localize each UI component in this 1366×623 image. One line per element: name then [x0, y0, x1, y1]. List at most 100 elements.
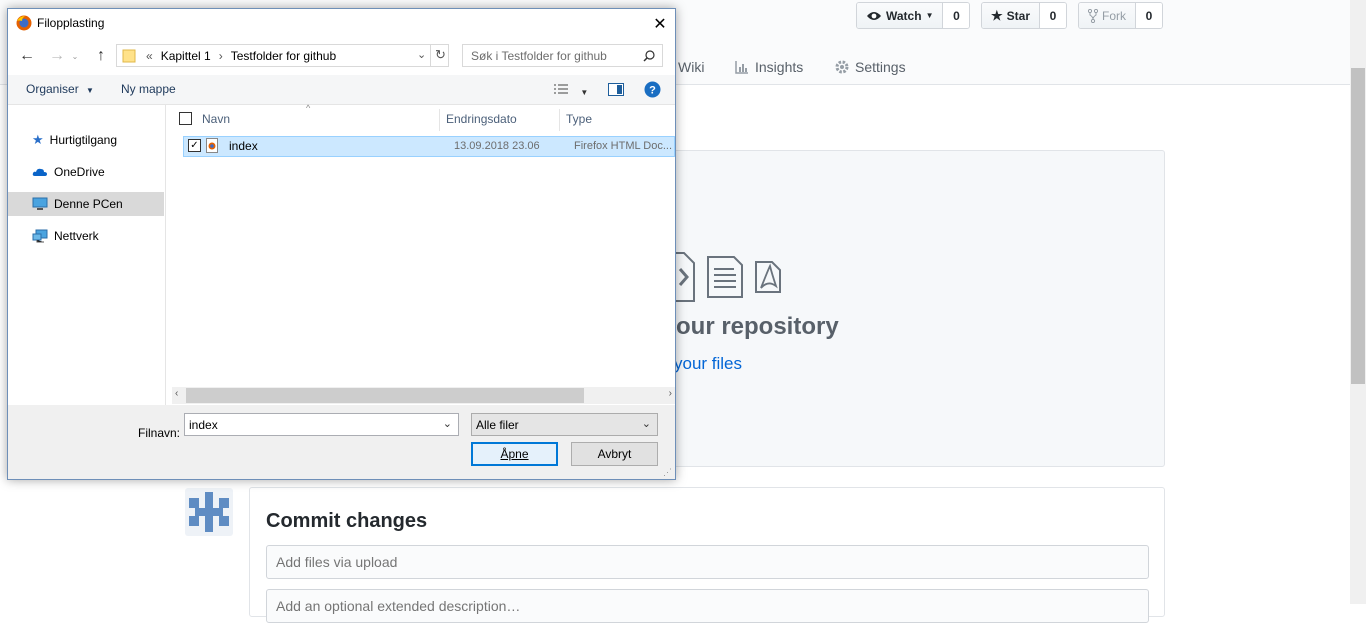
sort-ascending-icon: ^	[306, 103, 311, 113]
view-list-icon	[553, 83, 569, 95]
organize-label: Organiser	[26, 82, 79, 96]
nav-item-label: Denne PCen	[54, 197, 123, 211]
file-checkbox[interactable]: ✓	[188, 139, 201, 152]
horizontal-scrollbar-thumb[interactable]	[186, 388, 584, 403]
nav-item-label: OneDrive	[54, 165, 105, 179]
chevron-down-icon: ⌄	[71, 51, 79, 61]
firefox-icon	[16, 15, 32, 31]
filename-value: index	[189, 417, 218, 432]
folder-icon	[122, 49, 136, 63]
back-button[interactable]: ←	[16, 45, 38, 67]
address-dropdown-icon[interactable]: ⌄	[417, 48, 426, 61]
file-type: Firefox HTML Doc...	[574, 140, 672, 152]
fork-count[interactable]: 0	[1136, 3, 1162, 28]
address-bar[interactable]: « Kapittel 1 › Testfolder for github ⌄ ↻	[116, 44, 449, 67]
column-name[interactable]: Navn	[202, 112, 230, 126]
network-icon	[32, 229, 48, 243]
gear-icon	[835, 60, 849, 74]
star-control: ★ Star 0	[981, 2, 1067, 29]
watch-control: Watch ▼ 0	[856, 2, 971, 29]
close-button[interactable]: ✕	[645, 9, 675, 38]
tab-wiki-label: Wiki	[678, 59, 705, 75]
computer-icon	[32, 197, 48, 211]
commit-description-input[interactable]	[266, 589, 1149, 623]
cancel-button[interactable]: Avbryt	[571, 442, 658, 466]
caret-down-icon: ▼	[86, 86, 94, 95]
resize-grip-icon[interactable]: ⋰	[663, 467, 672, 478]
file-upload-dialog: Filopplasting ✕ ← → ⌄ ↑ « Kapittel 1 › T…	[7, 8, 676, 480]
commit-message-input[interactable]	[266, 545, 1149, 579]
page-scrollbar-thumb[interactable]	[1351, 68, 1365, 384]
nav-item-this-pc[interactable]: Denne PCen	[8, 192, 164, 216]
tab-settings-label: Settings	[855, 59, 906, 75]
text-file-icon	[706, 251, 744, 303]
dialog-titlebar[interactable]: Filopplasting ✕	[8, 9, 675, 38]
file-row-index[interactable]: ✓ index 13.09.2018 23.06 Firefox HTML Do…	[183, 136, 675, 157]
tab-insights[interactable]: Insights	[735, 57, 803, 77]
breadcrumb-kapittel[interactable]: Kapittel 1	[161, 49, 211, 63]
nav-item-label: Nettverk	[54, 229, 99, 243]
file-list-horizontal-scrollbar[interactable]: ‹ ›	[172, 387, 675, 404]
commit-form: Commit changes	[249, 487, 1165, 623]
tab-settings[interactable]: Settings	[835, 57, 906, 77]
caret-down-icon: ▼	[580, 88, 589, 97]
help-icon: ?	[644, 81, 661, 98]
eye-icon	[866, 10, 882, 22]
star-button[interactable]: ★ Star	[982, 3, 1040, 28]
select-all-checkbox[interactable]	[179, 112, 192, 125]
fork-icon	[1088, 8, 1098, 23]
search-icon	[643, 50, 655, 62]
star-icon: ★	[32, 132, 44, 147]
star-count[interactable]: 0	[1040, 3, 1066, 28]
filename-input[interactable]: index ⌄	[184, 413, 459, 436]
navigation-pane: ★ Hurtigtilgang OneDrive Denne PCen Nett…	[8, 105, 166, 405]
column-headers: ^ Navn Endringsdato Type	[166, 103, 675, 135]
filetype-select[interactable]: Alle filer ⌄	[471, 413, 658, 436]
graph-icon	[735, 60, 749, 74]
column-type[interactable]: Type	[566, 112, 592, 126]
refresh-icon[interactable]: ↻	[435, 47, 446, 63]
column-date[interactable]: Endringsdato	[446, 112, 517, 126]
star-icon: ★	[991, 7, 1003, 23]
fork-button[interactable]: Fork	[1079, 3, 1136, 28]
up-button[interactable]: ↑	[90, 45, 112, 67]
breadcrumb-current-folder[interactable]: Testfolder for github	[231, 49, 336, 63]
watch-count[interactable]: 0	[943, 3, 970, 28]
commit-title: Commit changes	[266, 510, 428, 532]
scroll-right-icon[interactable]: ›	[669, 388, 672, 399]
view-options-button[interactable]: ▼	[553, 83, 588, 98]
new-folder-button[interactable]: Ny mappe	[121, 82, 176, 96]
chevron-down-icon[interactable]: ⌄	[443, 417, 452, 430]
column-divider[interactable]	[439, 109, 440, 131]
preview-pane-icon	[608, 83, 624, 96]
filetype-value: Alle filer	[476, 417, 519, 432]
breadcrumb-separator[interactable]: ›	[219, 49, 223, 63]
search-input[interactable]: Søk i Testfolder for github	[462, 44, 663, 67]
search-placeholder: Søk i Testfolder for github	[471, 48, 607, 63]
watch-button[interactable]: Watch ▼	[857, 3, 944, 28]
breadcrumb-overflow[interactable]: «	[146, 49, 153, 63]
dialog-title: Filopplasting	[37, 16, 105, 30]
nav-item-onedrive[interactable]: OneDrive	[8, 160, 164, 184]
scroll-left-icon[interactable]: ‹	[175, 388, 178, 399]
preview-pane-button[interactable]	[608, 83, 624, 99]
svg-text:?: ?	[649, 85, 656, 97]
forward-button[interactable]: →	[46, 45, 68, 67]
open-button-label: Åpne	[500, 447, 529, 461]
html-file-icon	[206, 138, 218, 153]
arrow-up-icon: ↑	[97, 47, 105, 64]
organize-menu[interactable]: Organiser ▼	[26, 82, 94, 96]
close-icon: ✕	[653, 15, 667, 33]
nav-item-network[interactable]: Nettverk	[8, 224, 164, 248]
recent-locations-button[interactable]: ⌄	[69, 45, 81, 67]
page-scrollbar[interactable]	[1350, 0, 1366, 604]
chevron-down-icon: ⌄	[641, 418, 651, 430]
nav-item-quick-access[interactable]: ★ Hurtigtilgang	[8, 128, 164, 152]
nav-item-label: Hurtigtilgang	[49, 133, 118, 147]
column-divider[interactable]	[559, 109, 560, 131]
tab-wiki[interactable]: Wiki	[678, 57, 704, 77]
tab-insights-label: Insights	[755, 59, 804, 75]
open-button[interactable]: Åpne	[471, 442, 558, 466]
avatar	[185, 488, 233, 536]
help-button[interactable]: ?	[644, 81, 661, 101]
